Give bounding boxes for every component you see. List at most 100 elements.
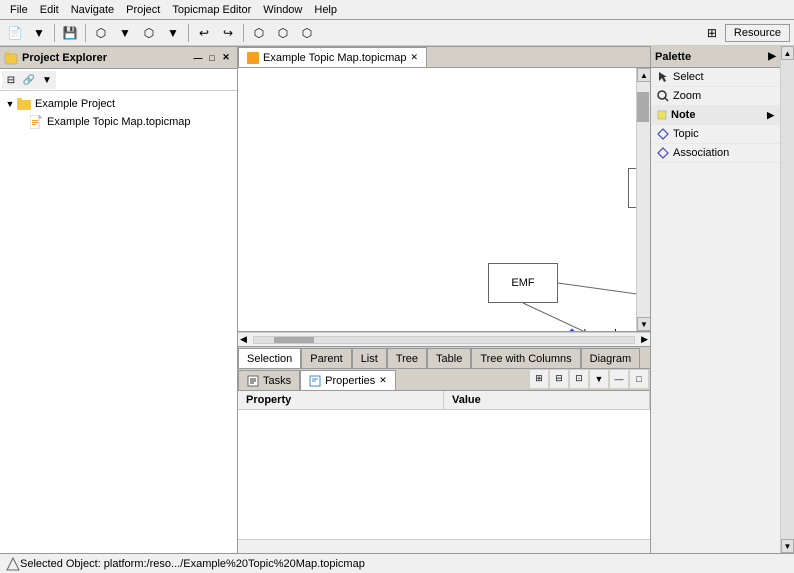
center-palette-area: Example Topic Map.topicmap ✕ (238, 46, 794, 553)
main-layout: Project Explorer — □ ✕ ⊟ 🔗 ▼ ▼ Example P… (0, 46, 794, 553)
status-icon (6, 557, 20, 571)
hscroll-track[interactable] (253, 336, 635, 344)
toolbar-undo-btn[interactable]: ↩ (193, 22, 215, 44)
vscroll-down-btn[interactable]: ▼ (637, 317, 650, 331)
main-toolbar: 📄 ▼ 💾 ⬡ ▼ ⬡ ▼ ↩ ↪ ⬡ ⬡ ⬡ ⊞ Resource (0, 20, 794, 46)
explorer-collapse-btn[interactable]: ⊟ (2, 71, 20, 89)
bottom-maximize-btn[interactable]: □ (630, 370, 648, 388)
palette-select-label: Select (673, 71, 704, 83)
menu-help[interactable]: Help (308, 2, 343, 18)
canvas-tab-parent[interactable]: Parent (301, 348, 351, 368)
toolbar-btn8[interactable]: ⬡ (272, 22, 294, 44)
toolbar-sep2 (85, 24, 86, 42)
canvas-tab-selection[interactable]: Selection (238, 348, 301, 368)
tree-expand-icon[interactable]: ▼ (4, 98, 16, 110)
tasks-icon (247, 375, 259, 387)
diagram-canvas-area[interactable]: GEF EMF GMF dependency (238, 68, 650, 332)
status-text: Selected Object: platform:/reso.../Examp… (20, 558, 365, 570)
canvas-tab-list[interactable]: List (352, 348, 387, 368)
editor-area: Example Topic Map.topicmap ✕ (238, 46, 794, 553)
toolbar-btn5[interactable]: ⬡ (138, 22, 160, 44)
bottom-btn1[interactable]: ⊞ (530, 370, 548, 388)
bottom-btn4[interactable]: ▼ (590, 370, 608, 388)
bottom-btn2[interactable]: ⊟ (550, 370, 568, 388)
bottom-hscroll[interactable] (238, 539, 650, 553)
toolbar-redo-btn[interactable]: ↪ (217, 22, 239, 44)
tree-file-item[interactable]: Example Topic Map.topicmap (16, 113, 233, 131)
menu-topicmap-editor[interactable]: Topicmap Editor (166, 2, 257, 18)
editor-tab-close[interactable]: ✕ (410, 52, 418, 63)
menu-edit[interactable]: Edit (34, 2, 65, 18)
topic-icon (657, 128, 669, 140)
palette-item-topic[interactable]: Topic (651, 125, 780, 144)
palette-item-select[interactable]: Select (651, 68, 780, 87)
explorer-menu-btn[interactable]: ▼ (38, 71, 56, 89)
toolbar-resource-btn[interactable]: Resource (725, 24, 790, 42)
tree-root-item[interactable]: ▼ Example Project (4, 95, 233, 113)
bottom-minimize-btn[interactable]: — (610, 370, 628, 388)
toolbar-btn6[interactable]: ▼ (162, 22, 184, 44)
topicmap-tab-icon (247, 52, 259, 64)
explorer-title: Project Explorer (22, 52, 191, 64)
project-folder-icon (16, 96, 32, 112)
hscroll-right-btn[interactable]: ▶ (639, 334, 650, 345)
explorer-header: Project Explorer — □ ✕ (0, 47, 237, 69)
toolbar-new-btn[interactable]: 📄 (4, 22, 26, 44)
menu-navigate[interactable]: Navigate (65, 2, 120, 18)
bottom-tabs: Tasks Properties ✕ ⊞ ⊟ ⊡ ▼ (238, 369, 650, 391)
hscroll-left-btn[interactable]: ◀ (238, 334, 249, 345)
toolbar-btn7[interactable]: ⬡ (248, 22, 270, 44)
palette-scroll-up[interactable]: ▲ (781, 46, 794, 60)
explorer-maximize-btn[interactable]: □ (205, 51, 219, 65)
note-section-icon (657, 110, 667, 120)
canvas-tab-tree[interactable]: Tree (387, 348, 427, 368)
editor-tab-topicmap[interactable]: Example Topic Map.topicmap ✕ (238, 47, 427, 67)
tasks-tab-label: Tasks (263, 375, 291, 387)
file-name-label: Example Topic Map.topicmap (47, 116, 190, 128)
palette-header: Palette ▶ (651, 46, 780, 68)
canvas-vscroll[interactable]: ▲ ▼ (636, 68, 650, 331)
note-section-arrow: ▶ (767, 110, 774, 121)
toolbar-btn9[interactable]: ⬡ (296, 22, 318, 44)
palette-scroll-down[interactable]: ▼ (781, 539, 794, 553)
toolbar-btn2[interactable]: ▼ (28, 22, 50, 44)
vscroll-thumb (637, 92, 649, 122)
canvas-hscroll[interactable]: ◀ ▶ (238, 332, 650, 346)
toolbar-btn3[interactable]: ⬡ (90, 22, 112, 44)
explorer-minimize-btn[interactable]: — (191, 51, 205, 65)
menu-file[interactable]: File (4, 2, 34, 18)
explorer-link-btn[interactable]: 🔗 (20, 71, 38, 89)
canvas-tab-table[interactable]: Table (427, 348, 471, 368)
palette-topic-label: Topic (673, 128, 699, 140)
palette-vscroll[interactable]: ▲ ▼ (780, 46, 794, 553)
properties-tab-close[interactable]: ✕ (379, 375, 387, 386)
palette-item-zoom[interactable]: Zoom (651, 87, 780, 106)
dep-text-2: dependency (580, 328, 640, 332)
association-icon (657, 147, 669, 159)
vscroll-up-btn[interactable]: ▲ (637, 68, 650, 82)
node-emf-label: EMF (511, 277, 534, 289)
menu-project[interactable]: Project (120, 2, 166, 18)
toolbar-perspective-btn[interactable]: ⊞ (701, 22, 723, 44)
hscroll-thumb (274, 337, 314, 343)
vscroll-track[interactable] (637, 82, 650, 317)
palette-section-note[interactable]: Note ▶ (651, 106, 780, 125)
tree-file-expand (16, 116, 28, 128)
explorer-close-btn[interactable]: ✕ (219, 51, 233, 65)
bottom-panel: Tasks Properties ✕ ⊞ ⊟ ⊡ ▼ (238, 368, 650, 553)
bottom-btn3[interactable]: ⊡ (570, 370, 588, 388)
menu-window[interactable]: Window (257, 2, 308, 18)
bottom-tab-properties[interactable]: Properties ✕ (300, 370, 396, 390)
node-emf[interactable]: EMF (488, 263, 558, 303)
explorer-toolbar: ⊟ 🔗 ▼ (0, 69, 237, 91)
palette-item-association[interactable]: Association (651, 144, 780, 163)
canvas-tab-diagram[interactable]: Diagram (581, 348, 641, 368)
toolbar-btn4[interactable]: ▼ (114, 22, 136, 44)
palette-area: Palette ▶ Select Zoom (650, 46, 794, 553)
properties-header: Property Value (238, 391, 650, 410)
canvas-tab-tree-columns[interactable]: Tree with Columns (471, 348, 580, 368)
palette-scroll-track[interactable] (781, 60, 794, 539)
toolbar-save-btn[interactable]: 💾 (59, 22, 81, 44)
palette-menu-btn[interactable]: ▶ (768, 51, 776, 62)
bottom-tab-tasks[interactable]: Tasks (238, 370, 300, 390)
